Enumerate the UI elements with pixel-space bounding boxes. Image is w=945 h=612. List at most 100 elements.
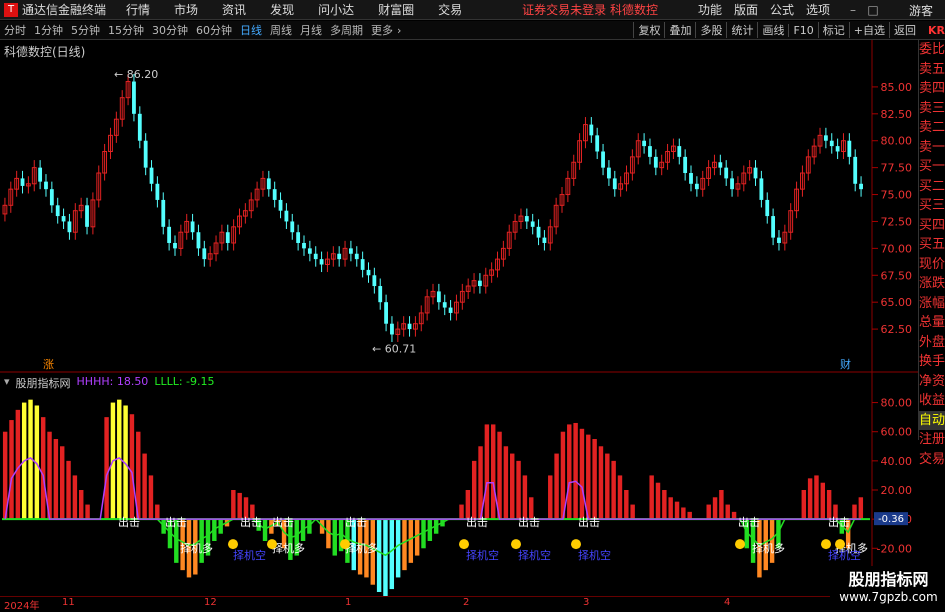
candle-body bbox=[366, 269, 371, 276]
candle-body bbox=[718, 162, 723, 168]
side-tabs: 委比 卖五 卖四 卖三 卖二 卖一 买一 买二 买三 买四 买五 现价 涨跌 涨幅 总量 外盘 换手 净资 收益 自动… bbox=[918, 40, 945, 467]
ind-bar bbox=[72, 475, 78, 520]
ind-bar bbox=[85, 504, 90, 520]
side-tab-13[interactable]: 涨幅 bbox=[919, 294, 945, 314]
side-tab-19[interactable]: 自动 bbox=[919, 410, 945, 430]
candle-body bbox=[536, 226, 541, 238]
signal-label-short: 择机空 bbox=[578, 548, 611, 562]
indicator-name: 股朋指标网 bbox=[15, 377, 71, 390]
candle-body bbox=[530, 221, 535, 227]
ind-bar bbox=[15, 409, 21, 520]
smiley-icon bbox=[821, 539, 831, 550]
price-chart[interactable]: 85.00 82.50 80.00 77.50 75.00 72.50 70.00 67.50… bbox=[0, 0, 945, 609]
candle-body bbox=[730, 178, 734, 190]
ind-bar bbox=[814, 475, 819, 520]
ind-bar bbox=[548, 475, 553, 520]
candle-body bbox=[601, 151, 605, 168]
price-tick-label: 82.50 bbox=[881, 108, 913, 121]
ind-bar bbox=[516, 460, 521, 520]
ind-bar bbox=[598, 446, 604, 520]
side-tab-8[interactable]: 买三 bbox=[919, 196, 945, 216]
candle-body bbox=[407, 323, 412, 330]
smiley-icon bbox=[511, 539, 521, 550]
chevron-down-icon[interactable]: ▾ bbox=[4, 375, 10, 391]
side-tab-1[interactable]: 卖五 bbox=[919, 60, 945, 80]
side-tab-21[interactable]: 交易 bbox=[919, 450, 945, 470]
signal-label-out: 出击 bbox=[345, 515, 367, 529]
side-tab-11[interactable]: 现价 bbox=[919, 255, 945, 275]
candle-body bbox=[642, 140, 647, 147]
hhhh-value: HHHH: 18.50 bbox=[76, 375, 149, 388]
candle-body bbox=[542, 237, 547, 243]
side-tab-0[interactable]: 委比 bbox=[919, 40, 945, 60]
ind-bar bbox=[262, 519, 268, 541]
candle-body bbox=[648, 146, 652, 157]
candle-body bbox=[337, 253, 342, 260]
side-tab-2[interactable]: 卖四 bbox=[919, 79, 945, 99]
candle-body bbox=[302, 242, 306, 249]
candle-body bbox=[777, 237, 781, 243]
ind-bar bbox=[79, 490, 84, 520]
price-tick-label: 62.50 bbox=[881, 323, 913, 336]
ind-bar bbox=[624, 490, 629, 520]
candle-body bbox=[161, 199, 166, 227]
side-tab-5[interactable]: 卖一 bbox=[919, 138, 945, 158]
ind-bar bbox=[66, 460, 71, 520]
candle-body bbox=[149, 167, 154, 184]
side-tab-10[interactable]: 买五 bbox=[919, 235, 945, 255]
signal-label-long: 择机多 bbox=[752, 541, 785, 555]
ind-bar bbox=[383, 519, 388, 600]
ind-bar bbox=[408, 519, 414, 563]
price-tick-label: 80.00 bbox=[881, 135, 913, 148]
side-tab-18[interactable]: 收益 bbox=[919, 391, 945, 411]
candle-body bbox=[38, 167, 43, 182]
watermark: 股朋指标网 www.7gpzb.com bbox=[832, 566, 945, 609]
candle-body bbox=[67, 221, 72, 233]
current-value-label: -0.36 bbox=[878, 514, 904, 525]
side-tab-17[interactable]: 净资 bbox=[919, 372, 945, 392]
ind-bar bbox=[674, 501, 680, 520]
ind-bar bbox=[662, 490, 667, 520]
candle-body bbox=[847, 140, 852, 157]
candle-body bbox=[595, 135, 600, 152]
ind-bar bbox=[142, 453, 147, 520]
side-tab-9[interactable]: 买四 bbox=[919, 216, 945, 236]
side-tab-16[interactable]: 换手 bbox=[919, 352, 945, 372]
signal-label-out: 出击 bbox=[828, 515, 850, 529]
side-tab-12[interactable]: 涨跌 bbox=[919, 274, 945, 294]
side-tab-4[interactable]: 卖二 bbox=[919, 118, 945, 138]
candle-body bbox=[290, 221, 295, 233]
ind-bar bbox=[459, 504, 464, 520]
candle-body bbox=[319, 259, 324, 265]
candle-body bbox=[607, 167, 611, 179]
ind-bar bbox=[611, 460, 616, 520]
side-tab-14[interactable]: 总量 bbox=[919, 313, 945, 333]
ind-bar bbox=[332, 519, 337, 556]
candle-body bbox=[190, 221, 195, 233]
candle-body bbox=[196, 232, 201, 249]
smiley-icon bbox=[340, 539, 350, 550]
time-axis-label: 2024年 bbox=[4, 601, 40, 612]
ind-bar bbox=[40, 417, 46, 520]
price-tick-label: 75.00 bbox=[881, 189, 913, 202]
signal-label-long: 择机多 bbox=[272, 541, 305, 555]
candle-body bbox=[284, 210, 289, 222]
ind-bar bbox=[579, 428, 585, 520]
signal-label-out: 出击 bbox=[118, 515, 140, 529]
candle-body bbox=[524, 216, 529, 222]
price-tick-label: 70.00 bbox=[881, 242, 913, 255]
side-tab-20[interactable]: 注册 bbox=[919, 430, 945, 450]
side-tab-15[interactable]: 外盘 bbox=[919, 333, 945, 353]
ind-bar bbox=[148, 475, 154, 520]
ind-bar bbox=[725, 504, 730, 520]
time-axis-label: 3 bbox=[583, 597, 590, 608]
candle-body bbox=[173, 242, 177, 249]
side-tab-6[interactable]: 买一 bbox=[919, 157, 945, 177]
side-tab-7[interactable]: 买二 bbox=[919, 177, 945, 197]
side-tab-3[interactable]: 卖三 bbox=[919, 99, 945, 119]
ind-bar bbox=[655, 482, 661, 520]
ind-bar bbox=[586, 434, 591, 520]
time-axis-label: 11 bbox=[62, 597, 75, 608]
candle-body bbox=[202, 248, 207, 260]
ind-bar bbox=[395, 519, 401, 578]
